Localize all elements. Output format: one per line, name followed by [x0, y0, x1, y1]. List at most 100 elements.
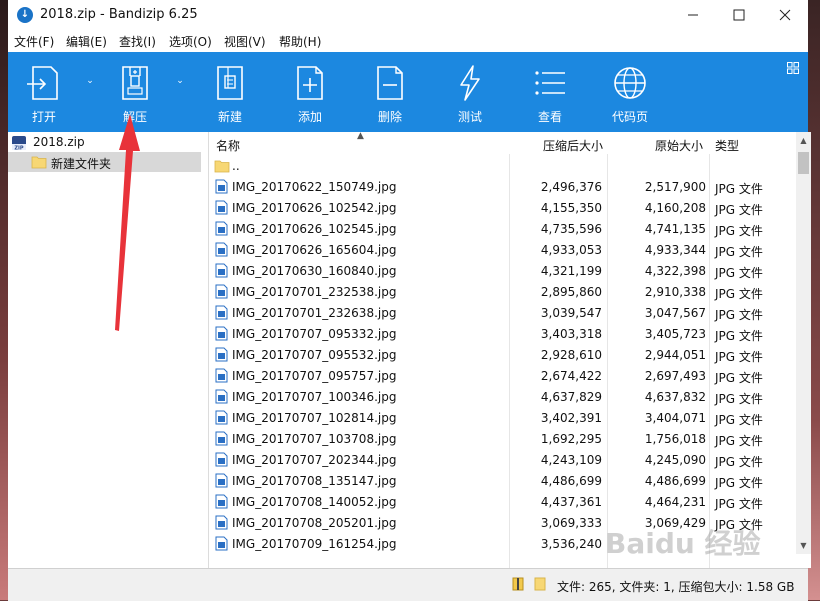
zip-archive-icon: ZIP [12, 136, 26, 151]
lightning-icon [460, 65, 480, 101]
image-file-icon [215, 410, 228, 425]
test-label: 测试 [457, 110, 482, 124]
image-file-icon [215, 221, 228, 236]
scrollbar-thumb[interactable] [798, 152, 809, 174]
compressed-size: 1,692,295 [540, 432, 602, 446]
menu-view[interactable]: 视图(V) [224, 33, 266, 50]
table-row[interactable]: IMG_20170701_232538.jpg 2,895,860 2,910,33… [209, 281, 797, 302]
file-type: JPG 文件 [715, 371, 763, 385]
table-row[interactable]: IMG_20170707_102814.jpg 3,402,391 3,404,07… [209, 407, 797, 428]
close-icon [779, 9, 791, 21]
maximize-button[interactable] [716, 0, 762, 30]
menu-file[interactable]: 文件(F) [14, 33, 54, 50]
original-size: 4,464,231 [644, 495, 706, 509]
column-name[interactable]: 名称 [216, 137, 240, 154]
table-row[interactable]: IMG_20170708_135147.jpg 4,486,699 4,486,69… [209, 470, 797, 491]
table-row[interactable]: IMG_20170626_102542.jpg 4,155,350 4,160,20… [209, 197, 797, 218]
menu-edit[interactable]: 编辑(E) [66, 33, 107, 50]
compressed-size: 4,243,109 [540, 453, 602, 467]
table-row[interactable]: IMG_20170626_165604.jpg 4,933,053 4,933,34… [209, 239, 797, 260]
window-title: 2018.zip - Bandizip 6.25 [40, 7, 198, 22]
file-name: IMG_20170707_095757.jpg [232, 369, 397, 383]
table-row[interactable]: IMG_20170701_232638.jpg 3,039,547 3,047,56… [209, 302, 797, 323]
maximize-icon [733, 9, 745, 21]
file-type: JPG 文件 [715, 287, 763, 301]
view-label: 查看 [537, 110, 562, 124]
menu-bar: 文件(F) 编辑(E) 查找(I) 选项(O) 视图(V) 帮助(H) [8, 30, 808, 52]
view-button[interactable]: 查看 [515, 52, 585, 130]
original-size: 2,910,338 [644, 285, 706, 299]
table-row[interactable]: IMG_20170707_103708.jpg 1,692,295 1,756,01… [209, 428, 797, 449]
vertical-scrollbar[interactable]: ▲ ▼ [796, 132, 811, 554]
codepage-button[interactable]: 代码页 [595, 52, 665, 130]
file-name: IMG_20170626_102545.jpg [232, 222, 397, 236]
close-button[interactable] [762, 0, 808, 30]
compressed-size: 4,155,350 [540, 201, 602, 215]
file-type: JPG 文件 [715, 392, 763, 406]
column-type[interactable]: 类型 [715, 137, 739, 154]
column-compressed-size[interactable]: 压缩后大小 [543, 137, 603, 154]
folder-icon [31, 156, 47, 169]
original-size: 3,047,567 [644, 306, 706, 320]
folder-info-icon [534, 577, 546, 591]
menu-options[interactable]: 选项(O) [169, 33, 212, 50]
list-view-icon [535, 71, 565, 95]
extract-button[interactable]: 解压 [100, 52, 170, 130]
original-size: 1,756,018 [644, 432, 706, 446]
extract-label: 解压 [122, 110, 147, 124]
file-name: IMG_20170708_135147.jpg [232, 474, 397, 488]
column-original-size[interactable]: 原始大小 [655, 137, 703, 154]
table-row[interactable]: IMG_20170707_095757.jpg 2,674,422 2,697,49… [209, 365, 797, 386]
parent-directory-label: .. [232, 159, 240, 173]
tree-item-new-folder[interactable]: 新建文件夹 [8, 152, 201, 172]
delete-button[interactable]: 删除 [355, 52, 425, 130]
table-row[interactable]: IMG_20170626_102545.jpg 4,735,596 4,741,13… [209, 218, 797, 239]
open-dropdown-arrow[interactable]: ⌄ [84, 76, 96, 88]
layout-grid-icon[interactable] [787, 62, 799, 74]
table-row[interactable]: IMG_20170630_160840.jpg 4,321,199 4,322,39… [209, 260, 797, 281]
table-row[interactable]: IMG_20170707_100346.jpg 4,637,829 4,637,83… [209, 386, 797, 407]
compressed-size: 4,486,699 [540, 474, 602, 488]
parent-directory-row[interactable]: .. [209, 155, 797, 176]
image-file-icon [215, 431, 228, 446]
table-row[interactable]: IMG_20170707_202344.jpg 4,243,109 4,245,09… [209, 449, 797, 470]
file-name: IMG_20170707_095332.jpg [232, 327, 397, 341]
scroll-up-arrow[interactable]: ▲ [796, 134, 811, 148]
tree-root-archive[interactable]: ZIP 2018.zip [11, 134, 201, 152]
image-file-icon [215, 494, 228, 509]
open-button[interactable]: 打开 [9, 52, 79, 130]
compressed-size: 3,402,391 [540, 411, 602, 425]
original-size: 2,517,900 [644, 180, 706, 194]
delete-file-icon [377, 66, 403, 100]
compressed-size: 4,933,053 [540, 243, 602, 257]
menu-help[interactable]: 帮助(H) [279, 33, 321, 50]
new-archive-button[interactable]: 新建 [195, 52, 265, 130]
compressed-size: 2,674,422 [540, 369, 602, 383]
image-file-icon [215, 179, 228, 194]
minimize-button[interactable] [670, 0, 716, 30]
title-bar: ↓ 2018.zip - Bandizip 6.25 [8, 0, 808, 30]
original-size: 3,405,723 [644, 327, 706, 341]
table-row[interactable]: IMG_20170708_140052.jpg 4,437,361 4,464,23… [209, 491, 797, 512]
add-button[interactable]: 添加 [275, 52, 345, 130]
original-size: 2,944,051 [644, 348, 706, 362]
compressed-size: 2,895,860 [540, 285, 602, 299]
test-button[interactable]: 测试 [435, 52, 505, 130]
table-row[interactable]: IMG_20170707_095532.jpg 2,928,610 2,944,05… [209, 344, 797, 365]
compressed-size: 3,536,240 [540, 537, 602, 551]
extract-dropdown-arrow[interactable]: ⌄ [174, 76, 186, 88]
file-name: IMG_20170701_232538.jpg [232, 285, 397, 299]
compressed-size: 4,437,361 [540, 495, 602, 509]
minimize-icon [688, 14, 698, 16]
image-file-icon [215, 326, 228, 341]
original-size: 3,404,071 [644, 411, 706, 425]
file-type: JPG 文件 [715, 203, 763, 217]
image-file-icon [215, 242, 228, 257]
file-type: JPG 文件 [715, 434, 763, 448]
table-row[interactable]: IMG_20170707_095332.jpg 3,403,318 3,405,72… [209, 323, 797, 344]
table-row[interactable]: IMG_20170622_150749.jpg 2,496,376 2,517,90… [209, 176, 797, 197]
toolbar: 打开 ⌄ 解压 ⌄ 新建 添加 删除 测试 查看 代码页 [8, 52, 808, 132]
menu-find[interactable]: 查找(I) [119, 33, 156, 50]
scroll-down-arrow[interactable]: ▼ [796, 539, 811, 553]
original-size: 4,741,135 [644, 222, 706, 236]
